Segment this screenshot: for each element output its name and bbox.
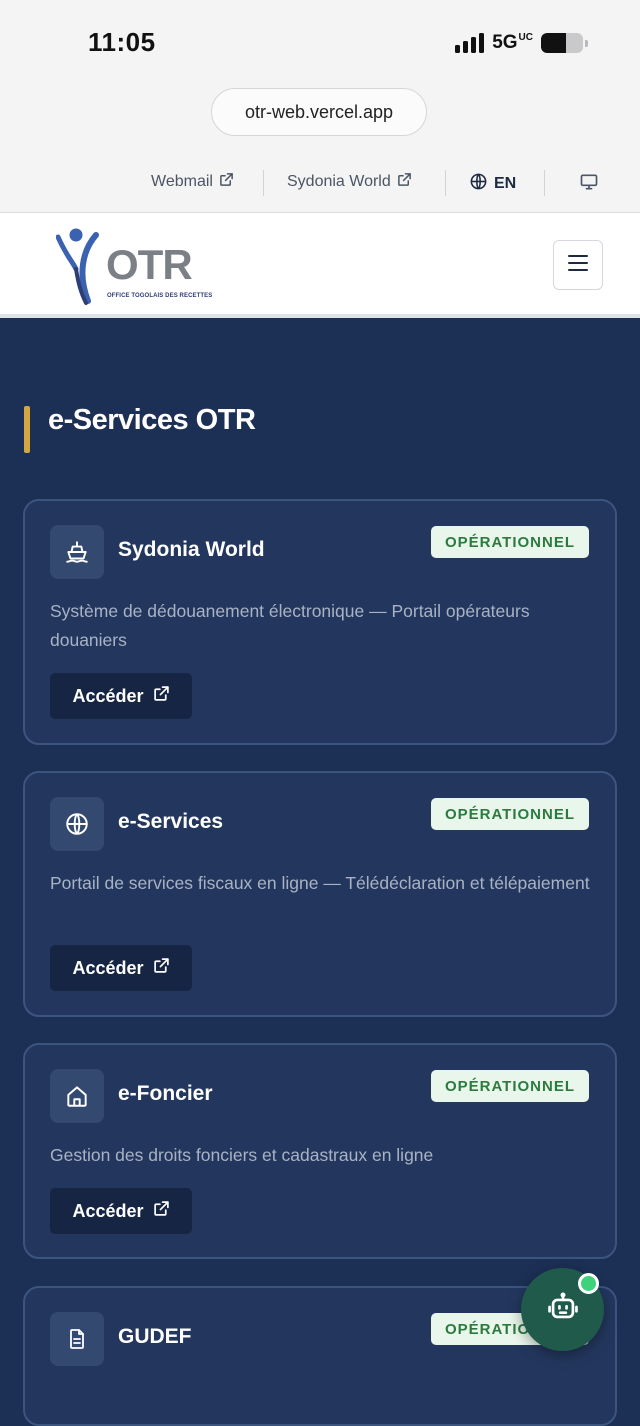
status-time: 11:05 xyxy=(88,27,156,57)
monitor-icon xyxy=(579,172,599,197)
browser-address-area: otr-web.vercel.app xyxy=(0,80,640,150)
section-title: e-Services OTR xyxy=(48,404,256,436)
divider xyxy=(544,170,545,196)
access-button-label: Accéder xyxy=(72,957,144,978)
ship-icon xyxy=(50,525,104,579)
logo-text: OTR xyxy=(106,241,193,288)
url-bar[interactable]: otr-web.vercel.app xyxy=(211,88,427,136)
external-link-icon xyxy=(219,172,234,192)
language-label: EN xyxy=(494,175,517,192)
globe-icon xyxy=(50,797,104,851)
service-card-sydonia-world: Sydonia World OPÉRATIONNEL Système de dé… xyxy=(23,499,617,745)
battery-tip xyxy=(585,39,588,47)
sydonia-link-label: Sydonia World xyxy=(287,173,391,190)
menu-button[interactable] xyxy=(553,240,603,290)
network-suffix: UC xyxy=(518,32,533,43)
access-button[interactable]: Accéder xyxy=(50,1188,192,1234)
service-description: Gestion des droits fonciers et cadastrau… xyxy=(50,1145,434,1165)
sydonia-world-link[interactable]: Sydonia World xyxy=(287,172,412,192)
utility-links-bar: Webmail Sydonia World EN xyxy=(0,150,640,213)
status-badge: OPÉRATIONNEL xyxy=(430,1070,589,1102)
globe-icon xyxy=(469,172,488,196)
section-accent-bar xyxy=(24,406,30,453)
robot-icon xyxy=(546,1290,580,1329)
site-header: OTR OFFICE TOGOLAIS DES RECETTES xyxy=(0,213,640,318)
external-link-icon xyxy=(153,1200,170,1222)
home-icon xyxy=(50,1069,104,1123)
status-bar: 11:05 5GUC xyxy=(0,0,640,80)
service-description: Système de dédouanement électronique — P… xyxy=(50,601,530,650)
status-badge: OPÉRATIONNEL xyxy=(430,798,589,830)
status-badge: OPÉRATIONNEL xyxy=(430,526,589,558)
divider xyxy=(263,170,264,196)
service-title: Sydonia World xyxy=(118,538,265,561)
access-button-label: Accéder xyxy=(72,1200,144,1221)
external-link-icon xyxy=(153,685,170,707)
chatbot-button[interactable] xyxy=(521,1268,604,1351)
external-link-icon xyxy=(153,957,170,979)
access-button[interactable]: Accéder xyxy=(50,673,192,719)
document-icon xyxy=(50,1312,104,1366)
battery-icon xyxy=(541,33,583,53)
desktop-view-button[interactable] xyxy=(579,172,599,197)
access-button[interactable]: Accéder xyxy=(50,945,192,991)
signal-icon xyxy=(455,33,485,53)
service-title: e-Foncier xyxy=(118,1082,213,1105)
service-title: GUDEF xyxy=(118,1325,192,1348)
otr-logo[interactable]: OTR OFFICE TOGOLAIS DES RECETTES xyxy=(56,225,212,307)
status-indicators: 5GUC xyxy=(455,32,588,54)
webmail-link[interactable]: Webmail xyxy=(151,172,234,192)
webmail-link-label: Webmail xyxy=(151,173,213,190)
logo-subtitle: OFFICE TOGOLAIS DES RECETTES xyxy=(107,293,213,299)
service-card-e-foncier: e-Foncier OPÉRATIONNEL Gestion des droit… xyxy=(23,1043,617,1259)
service-title: e-Services xyxy=(118,810,224,833)
online-indicator xyxy=(578,1273,599,1294)
divider xyxy=(445,170,446,196)
access-button-label: Accéder xyxy=(72,685,144,706)
service-description: Portail de services fiscaux en ligne — T… xyxy=(50,873,590,893)
battery-fill xyxy=(541,33,567,53)
external-link-icon xyxy=(397,172,412,192)
service-card-e-services: e-Services OPÉRATIONNEL Portail de servi… xyxy=(23,771,617,1017)
hamburger-icon xyxy=(568,254,588,277)
network-label: 5GUC xyxy=(492,32,533,53)
language-switcher[interactable]: EN xyxy=(469,172,516,196)
